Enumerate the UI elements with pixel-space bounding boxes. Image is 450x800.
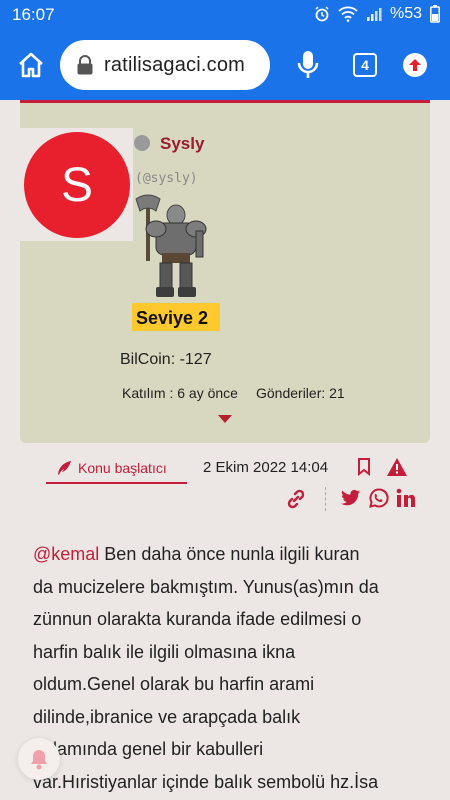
- bookmark-icon[interactable]: [357, 458, 371, 476]
- address-bar[interactable]: ratilisagaci.com: [60, 40, 270, 90]
- avatar-frame: S: [20, 128, 133, 241]
- tab-count: 4: [361, 57, 369, 73]
- username-link[interactable]: Sysly: [160, 134, 204, 154]
- post-line: anlamında genel bir kabulleri: [33, 739, 264, 759]
- bell-icon: [31, 750, 47, 770]
- status-bar: 16:07 %53: [0, 0, 450, 30]
- post-line: dilinde,ibranice ve arapçada balık: [33, 706, 301, 727]
- warning-icon[interactable]: [386, 457, 408, 477]
- tabs-button[interactable]: 4: [353, 53, 377, 77]
- rank-image: [135, 194, 207, 297]
- linkedin-icon[interactable]: [396, 488, 416, 508]
- post-line: oldum.Genel olarak bu harfin arami: [33, 674, 315, 694]
- signal-icon: [366, 8, 382, 21]
- post-count: Gönderiler: 21: [256, 385, 345, 401]
- post-date[interactable]: 2 Ekim 2022 14:04: [203, 459, 328, 476]
- chevron-down-icon[interactable]: [218, 415, 232, 423]
- post-body: @kemal Ben daha önce nunla ilgili kuran …: [33, 538, 398, 798]
- post-line: harfin balık ile ilgili olmasına ikna: [33, 641, 296, 662]
- lock-icon: [77, 55, 93, 75]
- level-badge: Seviye 2: [132, 303, 220, 331]
- user-handle: (@sysly): [135, 171, 198, 186]
- upload-icon[interactable]: [403, 53, 427, 77]
- join-date: Katılım : 6 ay önce: [122, 385, 238, 401]
- twitter-icon[interactable]: [341, 489, 361, 507]
- post-line: zünnun olarakta kuranda ifade edilmesi o: [33, 609, 362, 629]
- post-line: da mucizelere bakmıştım. Yunus(as)mın da: [33, 576, 379, 597]
- url-text: ratilisagaci.com: [104, 53, 246, 76]
- share-divider: [325, 487, 326, 511]
- whatsapp-icon[interactable]: [369, 488, 389, 508]
- quill-icon: [58, 461, 71, 475]
- thread-starter-badge: Konu başlatıcı: [46, 454, 187, 484]
- thread-starter-label: Konu başlatıcı: [78, 460, 167, 476]
- bilcoin-balance: BilCoin: -127: [120, 351, 212, 368]
- battery-percent: %53: [389, 5, 422, 22]
- browser-toolbar: ratilisagaci.com 4: [0, 30, 450, 100]
- status-time: 16:07: [12, 5, 55, 24]
- notification-button[interactable]: [18, 738, 60, 780]
- link-icon[interactable]: [286, 489, 306, 509]
- alarm-icon: [315, 6, 329, 22]
- avatar-letter: S: [60, 158, 93, 212]
- post-line: var.Hıristiyanlar içinde balık sembolü h…: [33, 771, 379, 792]
- status-icons: %53: [314, 5, 440, 23]
- author-card: S Sysly (@sysly) Seviye 2 BilCoin: -127 …: [20, 103, 430, 443]
- wifi-icon: [338, 6, 358, 22]
- level-text: Seviye 2: [136, 308, 209, 328]
- avatar[interactable]: S: [24, 132, 130, 238]
- battery-icon: [430, 5, 440, 23]
- home-icon[interactable]: [17, 52, 45, 78]
- user-mention[interactable]: @kemal: [33, 544, 99, 564]
- status-dot: [134, 135, 150, 151]
- post-line: @kemal Ben daha önce nunla ilgili kuran: [33, 544, 360, 564]
- mic-icon[interactable]: [297, 49, 319, 81]
